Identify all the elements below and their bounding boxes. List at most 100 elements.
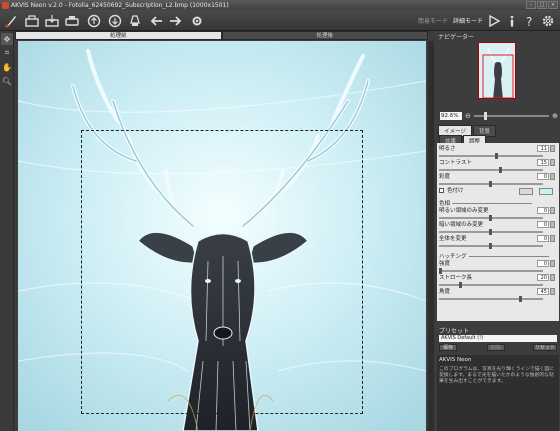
bright-hue-input[interactable]: 0	[537, 207, 549, 214]
stroke-length-input[interactable]: 20	[537, 274, 549, 281]
preset-select[interactable]: AKVIS Default (!)	[439, 335, 557, 342]
vertical-scrollbar[interactable]	[428, 41, 434, 431]
minimize-button[interactable]: –	[526, 1, 536, 9]
contrast-row: コントラスト 15	[439, 159, 557, 167]
angle-slider[interactable]	[439, 296, 543, 302]
preset-delete-button[interactable]: 削除	[487, 344, 505, 351]
tab-before[interactable]: 処理前	[15, 31, 222, 40]
app-icon	[2, 1, 9, 9]
preset-save-button[interactable]: 保存	[439, 344, 457, 351]
bright-hue-spinner[interactable]	[550, 207, 555, 214]
zoom-select[interactable]: 92.6%	[440, 111, 462, 120]
info-title: AKVIS Neon	[439, 357, 472, 363]
tint-color-swatch[interactable]	[539, 188, 553, 195]
run-icon[interactable]	[486, 13, 501, 28]
info-icon[interactable]	[504, 13, 519, 28]
all-hue-label: 全体を変更	[439, 236, 467, 242]
zoom-out-icon[interactable]: ⊖	[465, 112, 471, 120]
settings-panel: 明るさ 11 コントラスト 15 彩度 0 色付け 色相 明るい領域のみ変更 0…	[437, 143, 559, 321]
stroke-length-slider[interactable]	[439, 282, 543, 288]
dark-hue-label: 暗い領域のみ変更	[439, 222, 484, 228]
bright-hue-slider[interactable]	[439, 215, 543, 221]
dark-hue-row: 暗い領域のみ変更 0	[439, 221, 557, 229]
brightness-label: 明るさ	[439, 146, 456, 152]
tint-row: 色付け	[447, 187, 507, 195]
share-icon[interactable]	[107, 13, 122, 28]
tab-after[interactable]: 処理後	[221, 31, 428, 40]
forward-icon[interactable]	[167, 13, 182, 28]
angle-input[interactable]: 45	[537, 288, 549, 295]
brush-icon[interactable]	[127, 13, 142, 28]
back-icon[interactable]	[149, 13, 164, 28]
navigator-thumbnail[interactable]	[478, 42, 516, 99]
navigator-panel: ナビゲーター 92.6% ⊖ ⊕	[436, 31, 560, 123]
maximize-button[interactable]: □	[537, 1, 547, 9]
stroke-length-label: ストローク長	[439, 275, 473, 281]
navigator-title: ナビゲーター	[438, 34, 475, 41]
help-icon[interactable]: ?	[522, 13, 537, 28]
tint-picker-button[interactable]	[519, 188, 533, 195]
image-canvas[interactable]	[18, 41, 426, 431]
contrast-slider[interactable]	[439, 167, 543, 173]
brightness-input[interactable]: 11	[537, 145, 549, 152]
advanced-mode-button[interactable]: 詳細モード	[453, 16, 483, 25]
all-hue-slider[interactable]	[439, 243, 543, 249]
all-hue-spinner[interactable]	[550, 235, 555, 242]
selection-rectangle[interactable]	[81, 130, 363, 414]
brightness-row: 明るさ 11	[439, 145, 557, 153]
print-icon[interactable]	[64, 13, 79, 28]
zoom-in-icon[interactable]: ⊕	[552, 112, 558, 120]
saturation-input[interactable]: 0	[537, 173, 549, 180]
strength-slider[interactable]	[439, 268, 543, 274]
saturation-label: 彩度	[439, 174, 451, 180]
angle-row: 角度 45	[439, 288, 557, 296]
info-panel: AKVIS Neon このプログラムは、写真を光り輝くラインで描く図に変換します…	[437, 355, 559, 431]
title-bar: AKVIS Neon v.2.0 - Fotolia_62450692_Subs…	[0, 0, 560, 10]
upload-icon[interactable]	[86, 13, 101, 28]
contrast-label: コントラスト	[439, 160, 472, 166]
preset-reset-button[interactable]: リセット	[533, 344, 557, 351]
dark-hue-slider[interactable]	[439, 229, 543, 235]
settings-icon[interactable]	[540, 13, 555, 28]
zoom-row: 92.6% ⊖ ⊕	[440, 111, 558, 120]
bright-hue-label: 明るい領域のみ変更	[439, 208, 489, 214]
angle-spinner[interactable]	[550, 288, 555, 295]
open-icon[interactable]	[24, 13, 39, 28]
all-hue-input[interactable]: 0	[537, 235, 549, 242]
crop-tool-icon[interactable]: ⌗	[1, 47, 13, 59]
tint-label: 色付け	[447, 188, 464, 194]
settings-gear-small-icon[interactable]	[189, 13, 204, 28]
presets-panel: プリセット AKVIS Default (!) 保存 削除 リセット	[437, 325, 559, 353]
strength-row: 強度 0	[439, 260, 557, 268]
tint-checkbox[interactable]	[439, 188, 444, 193]
toolbar: 簡易モード 詳細モード ?	[0, 10, 560, 31]
strength-input[interactable]: 0	[537, 260, 549, 267]
bright-hue-row: 明るい領域のみ変更 0	[439, 207, 557, 215]
contrast-input[interactable]: 15	[537, 159, 549, 166]
navigate-tool-icon[interactable]: ✥	[1, 33, 13, 45]
svg-text:?: ?	[526, 15, 532, 28]
zoom-slider[interactable]	[473, 111, 550, 120]
dark-hue-input[interactable]: 0	[537, 221, 549, 228]
contrast-spinner[interactable]	[550, 159, 555, 166]
color-section-label: 色相	[439, 199, 532, 207]
canvas-tabs: 処理前 処理後	[15, 31, 428, 40]
brightness-slider[interactable]	[439, 153, 543, 159]
zoom-tool-icon[interactable]: 🔍︎	[1, 75, 13, 87]
angle-label: 角度	[439, 289, 451, 295]
brightness-spinner[interactable]	[550, 145, 555, 152]
close-button[interactable]: ×	[548, 1, 558, 9]
tool-strip: ✥ ⌗ ✋ 🔍︎	[0, 31, 14, 431]
save-icon[interactable]	[44, 13, 59, 28]
saturation-spinner[interactable]	[550, 173, 555, 180]
hatching-section-label: ハッチング	[439, 252, 549, 260]
strength-spinner[interactable]	[550, 260, 555, 267]
stroke-length-row: ストローク長 20	[439, 274, 557, 282]
dark-hue-spinner[interactable]	[550, 221, 555, 228]
window-title: AKVIS Neon v.2.0 - Fotolia_62450692_Subs…	[11, 1, 229, 9]
saturation-slider[interactable]	[439, 181, 543, 187]
simple-mode-button[interactable]: 簡易モード	[418, 16, 448, 25]
stroke-length-spinner[interactable]	[550, 274, 555, 281]
logo-icon	[3, 13, 18, 28]
hand-tool-icon[interactable]: ✋	[1, 61, 13, 73]
